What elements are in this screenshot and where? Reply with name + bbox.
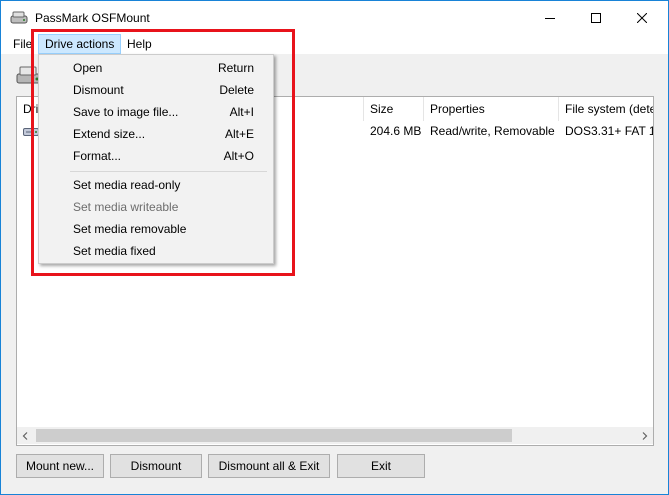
menu-item-label: Dismount [73, 83, 124, 97]
drive-actions-menu: Open Return Dismount Delete Save to imag… [38, 54, 274, 264]
close-button[interactable] [619, 1, 665, 34]
menu-item-extend-size[interactable]: Extend size... Alt+E [42, 123, 270, 145]
menu-help[interactable]: Help [121, 35, 158, 53]
scroll-thumb[interactable] [36, 429, 512, 442]
horizontal-scrollbar[interactable] [17, 427, 653, 444]
menu-item-set-writeable: Set media writeable [42, 196, 270, 218]
drive-icon [23, 126, 39, 140]
column-size[interactable]: Size [364, 97, 424, 121]
column-properties[interactable]: Properties [424, 97, 559, 121]
app-window: PassMark OSFMount File Drive actions Hel… [0, 0, 669, 495]
cell-file-system: DOS3.31+ FAT 16 [565, 124, 653, 138]
menu-item-shortcut: Alt+I [229, 105, 254, 119]
menu-item-open[interactable]: Open Return [42, 57, 270, 79]
maximize-button[interactable] [573, 1, 619, 34]
maximize-icon [591, 12, 601, 23]
column-file-system[interactable]: File system (detect [559, 97, 653, 121]
menu-item-label: Set media read-only [73, 178, 181, 192]
dismount-button[interactable]: Dismount [110, 454, 202, 478]
minimize-icon [545, 13, 555, 23]
menu-item-label: Save to image file... [73, 105, 179, 119]
menu-item-shortcut: Alt+E [224, 127, 254, 141]
menu-item-dismount[interactable]: Dismount Delete [42, 79, 270, 101]
dismount-all-exit-button[interactable]: Dismount all & Exit [208, 454, 330, 478]
cell-size: 204.6 MB [370, 124, 422, 138]
mount-new-button[interactable]: Mount new... [16, 454, 104, 478]
menu-item-label: Open [73, 61, 103, 75]
app-drive-icon [10, 11, 28, 25]
chevron-left-icon [22, 429, 29, 443]
menu-drive-actions[interactable]: Drive actions [38, 34, 122, 54]
minimize-button[interactable] [527, 1, 573, 34]
menu-item-format[interactable]: Format... Alt+O [42, 145, 270, 167]
exit-button[interactable]: Exit [337, 454, 425, 478]
menu-item-label: Set media fixed [73, 244, 156, 258]
menu-item-shortcut: Delete [219, 83, 254, 97]
menu-item-set-removable[interactable]: Set media removable [42, 218, 270, 240]
menu-item-set-read-only[interactable]: Set media read-only [42, 174, 270, 196]
menu-item-label: Format... [73, 149, 122, 163]
close-icon [637, 12, 647, 23]
menu-item-label: Set media writeable [73, 200, 179, 214]
menu-item-shortcut: Return [217, 61, 254, 75]
cell-properties: Read/write, Removable [430, 124, 555, 138]
menu-item-save-to-image[interactable]: Save to image file... Alt+I [42, 101, 270, 123]
menu-item-shortcut: Alt+O [223, 149, 254, 163]
menu-separator [70, 171, 267, 172]
menu-item-label: Extend size... [73, 127, 146, 141]
menu-file[interactable]: File [7, 35, 38, 53]
scroll-left-button[interactable] [17, 427, 34, 444]
scroll-right-button[interactable] [636, 427, 653, 444]
title-bar[interactable]: PassMark OSFMount [1, 1, 668, 34]
window-title: PassMark OSFMount [35, 11, 150, 25]
chevron-right-icon [641, 429, 648, 443]
menu-item-label: Set media removable [73, 222, 187, 236]
menu-bar: File Drive actions Help [1, 34, 668, 54]
menu-item-set-fixed[interactable]: Set media fixed [42, 240, 270, 262]
